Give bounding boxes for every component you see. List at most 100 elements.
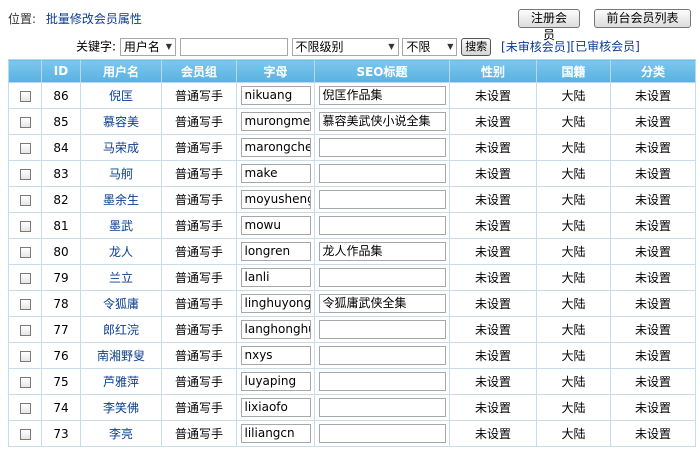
seo-title-input[interactable] <box>318 372 446 391</box>
front-member-list-button[interactable]: 前台会员列表 <box>594 9 691 28</box>
letter-input[interactable]: langhonghuan <box>240 320 311 339</box>
seo-title-input[interactable]: 令狐庸武侠全集 <box>318 294 446 313</box>
row-seo-cell: 龙人作品集 <box>314 238 450 265</box>
letter-input[interactable]: nxys <box>240 346 311 365</box>
row-country: 大陆 <box>536 264 611 291</box>
row-username-link[interactable]: 马荣成 <box>103 141 139 155</box>
member-table: ID 用户名 会员组 字母 SEO标题 性别 国籍 分类 86 倪匡 普通写手 nik… <box>8 59 696 447</box>
letter-input[interactable]: linghuyong <box>240 294 311 313</box>
letter-input[interactable]: mowu <box>240 216 311 235</box>
row-id: 85 <box>41 108 81 135</box>
row-letter-cell: lixiaofo <box>236 394 315 421</box>
row-id: 74 <box>41 394 81 421</box>
row-username-cell: 马舸 <box>80 160 162 187</box>
row-username-link[interactable]: 龙人 <box>109 245 133 259</box>
row-seo-cell <box>314 394 450 421</box>
row-checkbox[interactable] <box>19 194 31 206</box>
row-username-link[interactable]: 郎红浣 <box>103 323 139 337</box>
row-checkbox[interactable] <box>19 298 31 310</box>
seo-title-input[interactable] <box>318 216 446 235</box>
row-category: 未设置 <box>610 82 696 109</box>
row-group: 普通写手 <box>161 82 237 109</box>
row-gender: 未设置 <box>449 342 537 369</box>
limit-select[interactable]: 不限 ▼ <box>402 37 458 56</box>
row-country: 大陆 <box>536 82 611 109</box>
register-member-button[interactable]: 注册会员 <box>518 9 580 42</box>
row-id: 76 <box>41 342 81 369</box>
row-checkbox[interactable] <box>19 376 31 388</box>
row-checkbox[interactable] <box>19 116 31 128</box>
level-select[interactable]: 不限级别 ▼ <box>291 37 399 56</box>
row-username-link[interactable]: 兰立 <box>109 271 133 285</box>
letter-input[interactable]: liliangcn <box>240 424 311 443</box>
row-username-link[interactable]: 马舸 <box>109 167 133 181</box>
row-category: 未设置 <box>610 212 696 239</box>
row-letter-cell: make <box>236 160 315 187</box>
row-checkbox[interactable] <box>19 142 31 154</box>
row-country: 大陆 <box>536 212 611 239</box>
row-checkbox[interactable] <box>19 246 31 258</box>
row-checkbox[interactable] <box>19 350 31 362</box>
row-checkbox[interactable] <box>19 168 31 180</box>
row-category: 未设置 <box>610 420 696 447</box>
row-username-link[interactable]: 墨余生 <box>103 193 139 207</box>
letter-input[interactable]: longren <box>240 242 311 261</box>
letter-input[interactable]: make <box>240 164 311 183</box>
row-username-link[interactable]: 令狐庸 <box>103 297 139 311</box>
row-id: 78 <box>41 290 81 317</box>
row-group: 普通写手 <box>161 290 237 317</box>
unaudited-members-link[interactable]: [未审核会员] <box>501 40 570 54</box>
seo-title-input[interactable] <box>318 424 446 443</box>
letter-input[interactable]: luyaping <box>240 372 311 391</box>
seo-title-input[interactable] <box>318 268 446 287</box>
breadcrumb[interactable]: 批量修改会员属性 <box>46 12 142 26</box>
row-checkbox[interactable] <box>19 428 31 440</box>
letter-input[interactable]: moyusheng <box>240 190 311 209</box>
field-select[interactable]: 用户名 ▼ <box>119 37 176 56</box>
seo-title-input[interactable]: 龙人作品集 <box>318 242 446 261</box>
row-username-link[interactable]: 墨武 <box>109 219 133 233</box>
seo-title-input[interactable]: 慕容美武侠小说全集 <box>318 112 446 131</box>
row-username-link[interactable]: 倪匡 <box>109 89 133 103</box>
row-seo-cell: 慕容美武侠小说全集 <box>314 108 450 135</box>
audited-members-link[interactable]: [已审核会员] <box>570 40 639 54</box>
row-gender: 未设置 <box>449 160 537 187</box>
seo-title-input[interactable]: 倪匡作品集 <box>318 86 446 105</box>
row-checkbox[interactable] <box>19 220 31 232</box>
row-checkbox[interactable] <box>19 272 31 284</box>
row-seo-cell <box>314 134 450 161</box>
row-checkbox[interactable] <box>19 90 31 102</box>
row-id: 79 <box>41 264 81 291</box>
seo-title-input[interactable] <box>318 346 446 365</box>
row-username-link[interactable]: 慕容美 <box>103 115 139 129</box>
row-select-cell <box>8 394 42 421</box>
row-username-link[interactable]: 李笑佛 <box>103 401 139 415</box>
row-id: 86 <box>41 82 81 109</box>
row-country: 大陆 <box>536 316 611 343</box>
letter-input[interactable]: lixiaofo <box>240 398 311 417</box>
row-checkbox[interactable] <box>19 324 31 336</box>
row-category: 未设置 <box>610 186 696 213</box>
letter-input[interactable]: marongcheng <box>240 138 311 157</box>
row-select-cell <box>8 238 42 265</box>
search-button[interactable]: 搜索 <box>461 37 492 56</box>
seo-title-input[interactable] <box>318 138 446 157</box>
letter-input[interactable]: lanli <box>240 268 311 287</box>
row-country: 大陆 <box>536 420 611 447</box>
row-letter-cell: marongcheng <box>236 134 315 161</box>
row-country: 大陆 <box>536 160 611 187</box>
seo-title-input[interactable] <box>318 398 446 417</box>
seo-title-input[interactable] <box>318 190 446 209</box>
row-username-link[interactable]: 南湘野叟 <box>97 349 145 363</box>
row-username-link[interactable]: 李亮 <box>109 427 133 441</box>
header-category: 分类 <box>610 59 696 83</box>
seo-title-input[interactable] <box>318 320 446 339</box>
row-checkbox[interactable] <box>19 402 31 414</box>
letter-input[interactable]: murongmei <box>240 112 311 131</box>
row-username-link[interactable]: 芦雅萍 <box>103 375 139 389</box>
keyword-input[interactable] <box>179 37 288 56</box>
row-select-cell <box>8 108 42 135</box>
seo-title-input[interactable] <box>318 164 446 183</box>
letter-input[interactable]: nikuang <box>240 86 311 105</box>
limit-select-value: 不限 <box>406 39 431 54</box>
